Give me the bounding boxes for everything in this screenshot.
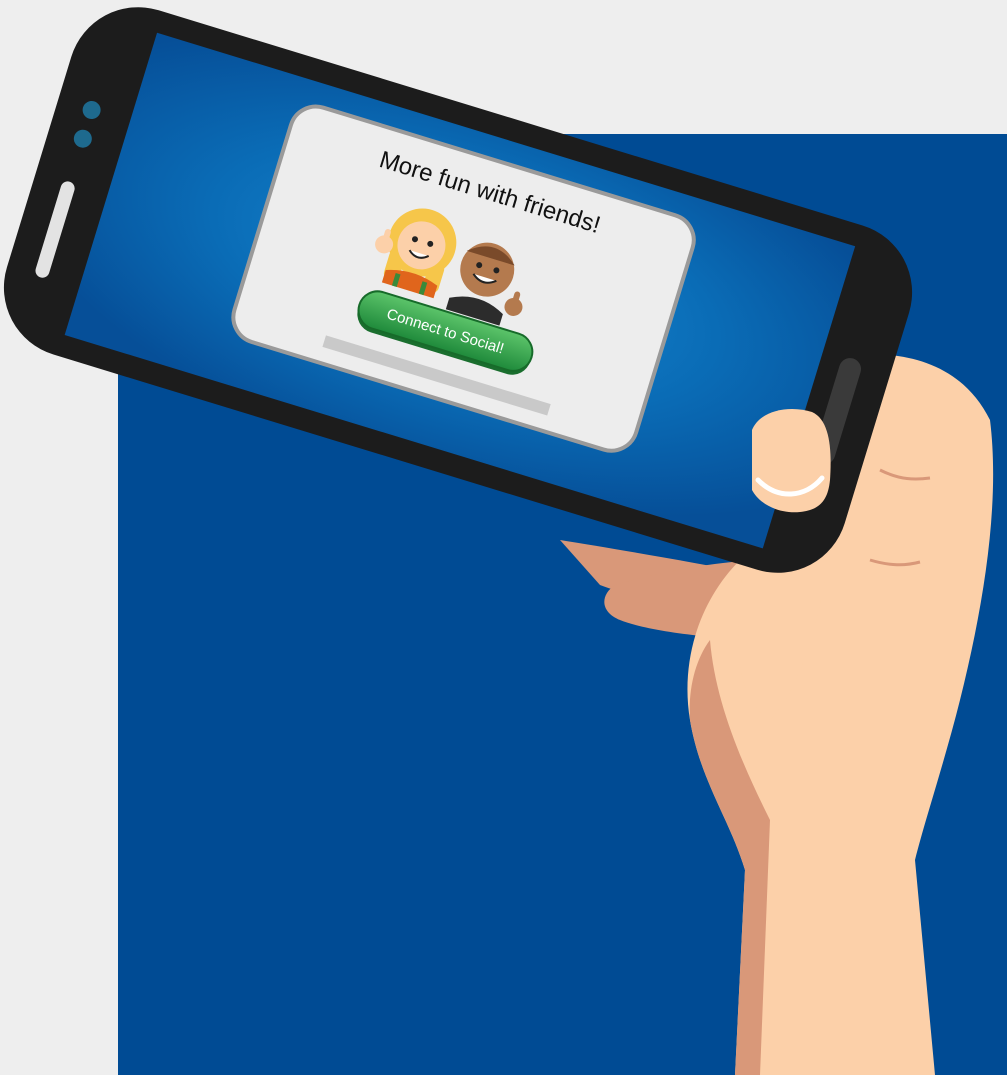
illustration: More fun with friends! Connect to Social… — [0, 0, 1007, 1075]
thumb-overlap — [752, 409, 831, 513]
hand-holding-phone-art: More fun with friends! Connect to Social… — [3, 7, 994, 1075]
